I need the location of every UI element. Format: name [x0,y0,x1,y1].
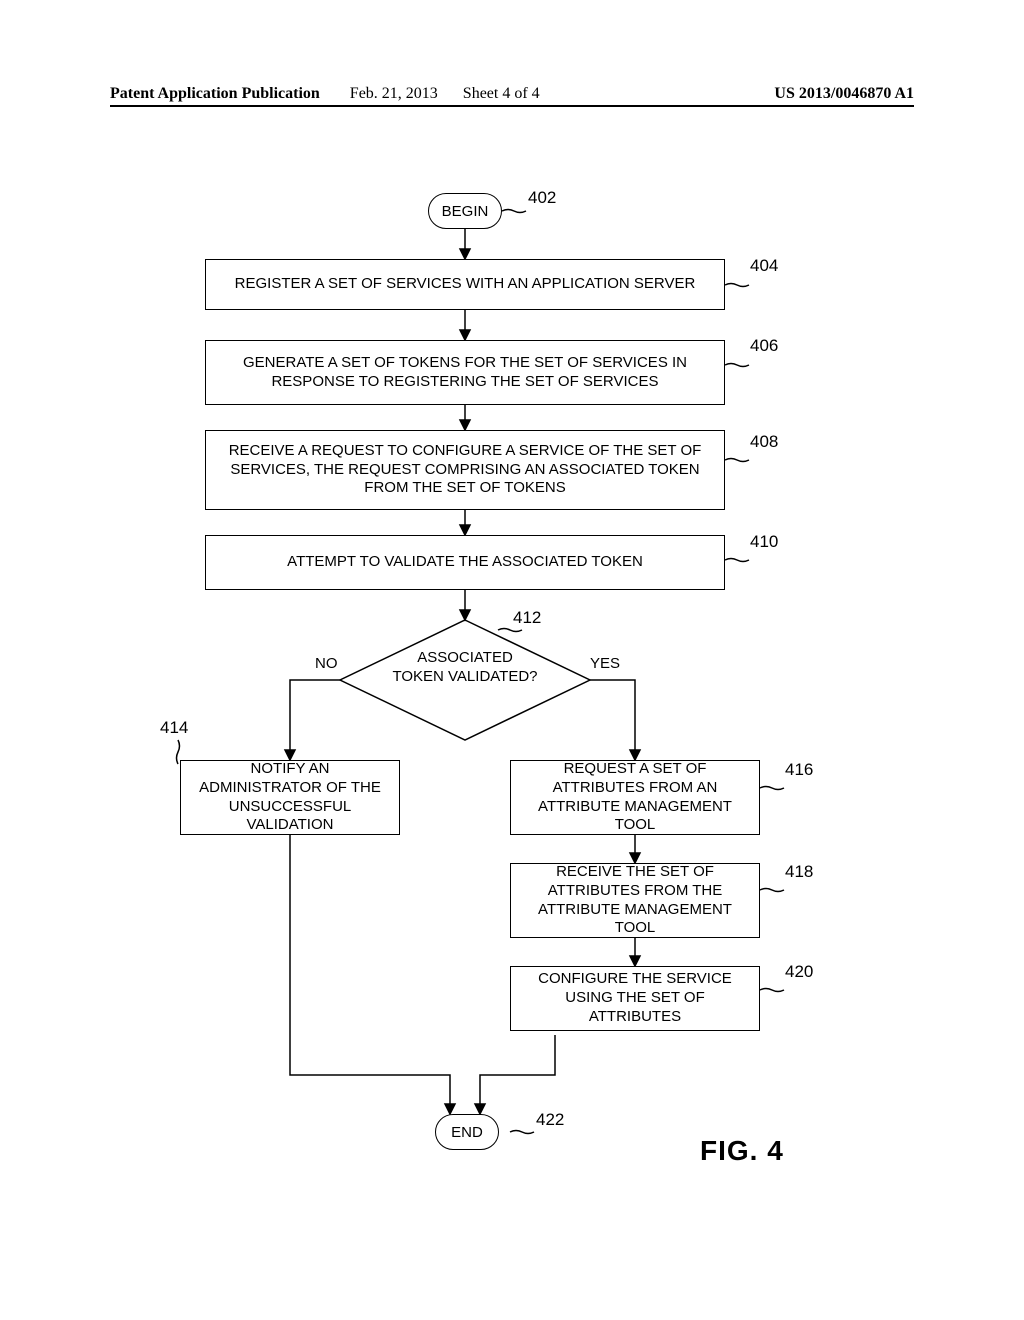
process-406: GENERATE A SET OF TOKENS FOR THE SET OF … [205,340,725,405]
ref-418: 418 [785,862,813,882]
no-label: NO [315,655,338,672]
process-416-text: REQUEST A SET OF ATTRIBUTES FROM AN ATTR… [519,760,751,835]
process-410: ATTEMPT TO VALIDATE THE ASSOCIATED TOKEN [205,535,725,590]
process-418-text: RECEIVE THE SET OF ATTRIBUTES FROM THE A… [519,863,751,938]
begin-label: BEGIN [442,203,489,220]
ref-408: 408 [750,432,778,452]
yes-label: YES [590,655,620,672]
ref-414: 414 [160,718,188,738]
process-414-text: NOTIFY AN ADMINISTRATOR OF THE UNSUCCESS… [189,760,391,835]
ref-422: 422 [536,1110,564,1130]
process-406-text: GENERATE A SET OF TOKENS FOR THE SET OF … [214,354,716,392]
ref-402: 402 [528,188,556,208]
process-420-text: CONFIGURE THE SERVICE USING THE SET OF A… [519,970,751,1026]
terminator-begin: BEGIN [428,193,502,229]
ref-416: 416 [785,760,813,780]
decision-412-text: ASSOCIATED TOKEN VALIDATED? [390,649,540,687]
ref-410: 410 [750,532,778,552]
process-416: REQUEST A SET OF ATTRIBUTES FROM AN ATTR… [510,760,760,835]
process-420: CONFIGURE THE SERVICE USING THE SET OF A… [510,966,760,1031]
figure-caption: FIG. 4 [700,1135,784,1167]
process-408-text: RECEIVE A REQUEST TO CONFIGURE A SERVICE… [214,442,716,498]
terminator-end: END [435,1114,499,1150]
process-414: NOTIFY AN ADMINISTRATOR OF THE UNSUCCESS… [180,760,400,835]
ref-420: 420 [785,962,813,982]
page: Patent Application Publication Feb. 21, … [0,0,1024,1320]
process-410-text: ATTEMPT TO VALIDATE THE ASSOCIATED TOKEN [287,553,643,572]
ref-404: 404 [750,256,778,276]
process-418: RECEIVE THE SET OF ATTRIBUTES FROM THE A… [510,863,760,938]
ref-412: 412 [513,608,541,628]
process-404: REGISTER A SET OF SERVICES WITH AN APPLI… [205,259,725,310]
ref-406: 406 [750,336,778,356]
process-404-text: REGISTER A SET OF SERVICES WITH AN APPLI… [235,275,696,294]
process-408: RECEIVE A REQUEST TO CONFIGURE A SERVICE… [205,430,725,510]
end-label: END [451,1124,483,1141]
